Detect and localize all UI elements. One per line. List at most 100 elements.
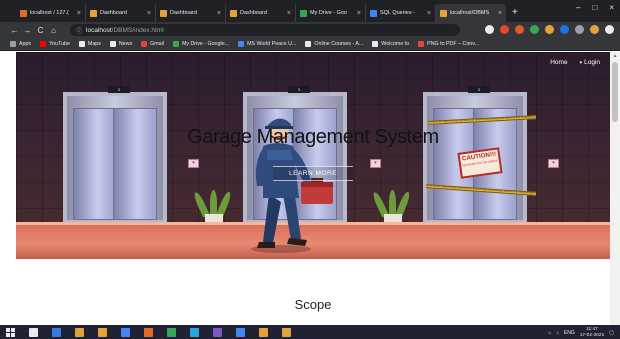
globe-icon (109, 41, 116, 47)
apps-grid-icon (10, 41, 16, 47)
tab-label: Dashboard (240, 10, 267, 16)
bookmark-label: YouTube (49, 41, 70, 47)
close-icon[interactable]: × (77, 10, 81, 17)
tab-favicon (370, 9, 377, 17)
floor-indicator: 1 (108, 86, 130, 93)
tab-sql-queries[interactable]: SQL Queries - × (366, 4, 436, 22)
site-info-icon[interactable]: ⓘ (76, 26, 82, 35)
gmail-icon (141, 41, 148, 47)
tab-dashboard[interactable]: Dashboard × (156, 4, 226, 22)
app-icon[interactable] (144, 327, 153, 337)
tab-dbms-active[interactable]: localhost/DBMS × (436, 4, 506, 22)
bookmark-gmail[interactable]: Gmail (141, 41, 164, 47)
close-icon[interactable]: × (287, 10, 291, 17)
page-viewport: 1 ▾ 1 ▾ 1 ▾ WARNING WARNING WARNING WARN… (16, 52, 610, 325)
extension-icon[interactable] (545, 25, 554, 34)
tab-strip: localhost / 127.(× Dashboard × Dashboard ×… (0, 0, 620, 22)
reload-icon[interactable]: C (34, 26, 47, 35)
bookmark-youtube[interactable]: YouTube (40, 41, 70, 47)
bookmark-maps[interactable]: Maps (78, 41, 101, 47)
extension-icon[interactable] (500, 25, 509, 34)
window-controls: – □ × (576, 3, 614, 12)
extension-icon[interactable] (530, 25, 539, 34)
tab-favicon (300, 9, 307, 17)
chrome-icon[interactable] (167, 327, 176, 337)
bookmark-label: News (118, 41, 133, 47)
store-icon[interactable] (98, 327, 107, 337)
bookmark-star-icon[interactable] (485, 25, 494, 34)
elevator-door (113, 108, 157, 220)
elevator-call-icon: ▾ (548, 159, 559, 168)
new-tab-button[interactable]: + (506, 4, 524, 22)
hero-banner: 1 ▾ 1 ▾ 1 ▾ WARNING WARNING WARNING WARN… (16, 52, 610, 259)
page-scrollbar[interactable]: ▲ (610, 52, 620, 325)
scrollbar-thumb[interactable] (612, 62, 618, 122)
notifications-icon[interactable]: ▢ (609, 330, 614, 336)
tab-favicon (440, 9, 447, 17)
bookmark-png-to-pdf[interactable]: PNG to PDF – Conv... (418, 41, 479, 47)
bookmark-apps[interactable]: Apps (10, 41, 31, 47)
bookmark-news[interactable]: News (109, 41, 133, 47)
tab-label: Dashboard (170, 10, 197, 16)
file-explorer-icon[interactable] (75, 327, 84, 337)
tab-my-drive[interactable]: My Drive - Goo × (296, 4, 366, 22)
globe-icon (372, 41, 379, 47)
volume-icon[interactable]: ♪ (556, 330, 559, 336)
extensions-area (485, 25, 614, 34)
tab-dashboard[interactable]: Dashboard × (226, 4, 296, 22)
bookmark-label: Maps (87, 41, 101, 47)
tab-localhost[interactable]: localhost / 127.(× (16, 4, 86, 22)
search-icon[interactable] (29, 327, 38, 337)
floor-indicator: 1 (468, 86, 490, 93)
system-tray: ⌂ ♪ ENG 11:47 17-02-2021 ▢ (548, 327, 614, 338)
tab-dashboard[interactable]: Dashboard × (86, 4, 156, 22)
bookmark-welcome[interactable]: Welcome to (372, 41, 409, 47)
maximize-button[interactable]: □ (592, 3, 597, 12)
desktop-screen: localhost / 127.(× Dashboard × Dashboard ×… (0, 0, 620, 339)
home-icon[interactable]: ⌂ (47, 26, 60, 35)
extension-icon[interactable] (515, 25, 524, 34)
bookmark-label: Online Courses - A... (314, 41, 364, 47)
app-icon[interactable] (190, 327, 199, 337)
minimize-button[interactable]: – (576, 3, 580, 12)
app-icon[interactable] (121, 327, 130, 337)
profile-avatar[interactable] (590, 25, 599, 34)
nav-login-dropdown[interactable]: ▾ Login (580, 59, 600, 66)
plant-icon (371, 180, 412, 224)
tab-label: My Drive - Goo (310, 10, 347, 16)
vscode-icon[interactable] (213, 327, 222, 337)
close-icon[interactable]: × (217, 10, 221, 17)
language-indicator[interactable]: ENG (564, 330, 575, 336)
nav-login-label: Login (584, 59, 600, 66)
tab-favicon (90, 9, 97, 17)
address-bar[interactable]: ⓘ localhost/DBMS/index.html (70, 24, 460, 36)
windows-start-icon[interactable] (6, 327, 15, 337)
os-taskbar: ⌂ ♪ ENG 11:47 17-02-2021 ▢ (0, 325, 620, 339)
bookmark-label: Apps (19, 41, 32, 47)
close-icon[interactable]: × (427, 10, 431, 17)
close-icon[interactable]: × (147, 10, 151, 17)
back-icon[interactable]: ← (8, 26, 21, 35)
taskbar-clock[interactable]: 11:47 17-02-2021 (580, 327, 605, 338)
learn-more-button[interactable]: LEARN MORE (273, 166, 353, 181)
extensions-puzzle-icon[interactable] (575, 25, 584, 34)
bookmark-online-courses[interactable]: Online Courses - A... (305, 41, 363, 47)
network-icon[interactable]: ⌂ (548, 330, 551, 336)
scroll-up-icon[interactable]: ▲ (612, 53, 618, 59)
nav-home-link[interactable]: Home (550, 59, 567, 66)
app-icon[interactable] (282, 327, 291, 337)
elevator-call-icon: ▾ (370, 159, 381, 168)
bookmark-label: Welcome to (381, 41, 410, 47)
app-icon[interactable] (236, 327, 245, 337)
app-icon[interactable] (259, 327, 268, 337)
close-window-button[interactable]: × (609, 3, 614, 12)
menu-kebab-icon[interactable] (605, 25, 614, 34)
forward-icon[interactable]: → (21, 26, 34, 35)
extension-icon[interactable] (560, 25, 569, 34)
close-icon[interactable]: × (357, 10, 361, 17)
bookmark-my-drive[interactable]: My Drive - Google... (172, 41, 229, 47)
close-icon[interactable]: × (498, 10, 502, 17)
task-view-icon[interactable] (52, 327, 61, 337)
clock-date: 17-02-2021 (579, 332, 605, 338)
bookmark-ms-world-peace[interactable]: MS World Peace U... (238, 41, 296, 47)
